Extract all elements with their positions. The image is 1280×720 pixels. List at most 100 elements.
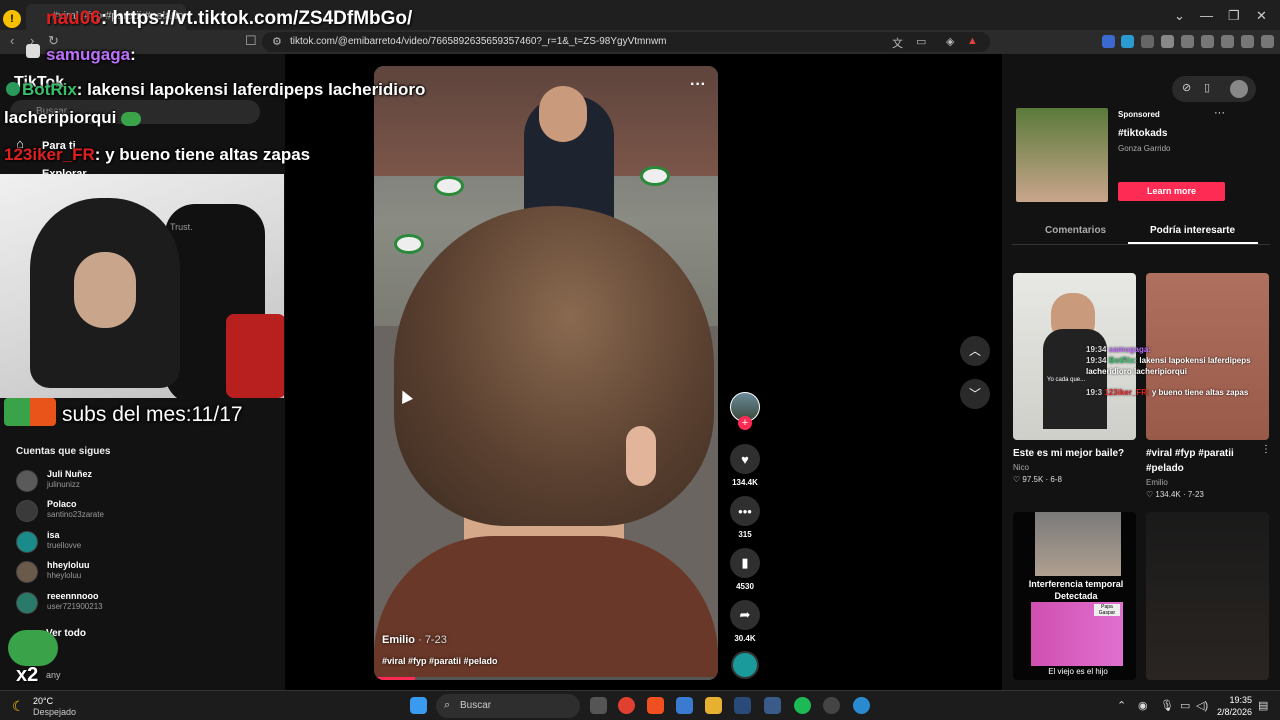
ad-thumbnail[interactable] (1016, 108, 1108, 202)
brave-icon[interactable] (647, 697, 664, 714)
video-progress-bar[interactable] (374, 677, 718, 680)
translate-icon[interactable]: 文 (892, 35, 903, 51)
vpn-icon[interactable] (1241, 35, 1254, 48)
bookmark-action[interactable]: ▮ 4530 (730, 548, 760, 591)
cast-icon[interactable]: ▭ (916, 35, 926, 48)
obs-icon[interactable] (823, 697, 840, 714)
windows-start-icon[interactable] (410, 697, 427, 714)
following-handle: santino23zarate (47, 510, 104, 519)
upload-icon[interactable]: ⊘ (1182, 81, 1191, 94)
url-field[interactable]: ⚙ tiktok.com/@emibarreto4/video/76658926… (262, 32, 990, 52)
tab-divider (1012, 244, 1270, 245)
following-title: Cuentas que sigues (16, 446, 111, 457)
share-action[interactable]: ➦ 30.4K (730, 600, 760, 643)
follow-plus-icon[interactable]: + (738, 416, 752, 430)
profile-avatar[interactable] (1230, 80, 1248, 98)
tray-chevron-icon[interactable]: ⌃ (1117, 699, 1126, 712)
recommendation-author: Nico (1013, 463, 1030, 472)
next-video-button[interactable]: ﹀ (960, 379, 990, 409)
video-author[interactable]: Emilio (382, 634, 415, 646)
spotify-icon[interactable] (794, 697, 811, 714)
recommendation-stats: ♡ 134.4K · 7-23 (1146, 490, 1204, 499)
subs-goal-icon (4, 398, 56, 426)
avatar (16, 592, 38, 614)
more-options-icon[interactable]: ··· (690, 76, 706, 94)
following-item[interactable]: Juli Nuñez julinunizz (16, 468, 256, 494)
following-item[interactable]: Polaco santino23zarate (16, 498, 256, 524)
papa-label: Papa Gaspar (1094, 604, 1120, 616)
recommendation-title[interactable]: #viral #fyp #paratii #pelado (1146, 446, 1269, 476)
following-item[interactable]: isa truellovve (16, 529, 256, 555)
heart-icon[interactable]: ♥ (730, 444, 760, 474)
taskbar-search[interactable]: Buscar ⌕ (436, 694, 580, 718)
ad-title[interactable]: #tiktokads (1118, 128, 1167, 139)
minimize-icon[interactable]: — (1200, 8, 1213, 23)
weather-description[interactable]: Despejado (33, 707, 76, 717)
video-hashtags[interactable]: #viral #fyp #paratii #pelado (382, 656, 498, 666)
close-window-icon[interactable]: ✕ (1256, 8, 1267, 24)
tab-podria-interesarte[interactable]: Podría interesarte (1150, 225, 1235, 236)
steam-icon[interactable] (734, 697, 751, 714)
device-icon[interactable]: ▯ (1204, 81, 1210, 94)
ad-author: Gonza Garrido (1118, 144, 1171, 153)
ai-icon[interactable] (1221, 35, 1234, 48)
search-icon: ⌕ (444, 699, 451, 711)
site-info-icon[interactable]: ⚙ (272, 35, 282, 48)
bookmark-icon[interactable]: ▮ (730, 548, 760, 578)
sound-disc-icon[interactable] (731, 651, 759, 679)
share-icon[interactable] (1161, 35, 1174, 48)
shield-icon[interactable]: ◈ (946, 35, 954, 48)
notification-icon[interactable]: ▤ (1258, 699, 1268, 712)
video-player[interactable]: ··· Emilio · 7-23 #viral #fyp #paratii #… (374, 66, 718, 680)
clock-date[interactable]: 2/8/2026 (1204, 707, 1252, 717)
recommendation-thumbnail[interactable] (1146, 512, 1269, 680)
sidebar-icon[interactable] (1181, 35, 1194, 48)
avatar (16, 561, 38, 583)
clock-time[interactable]: 19:35 (1226, 695, 1252, 705)
chat-username: 123iker_FR (4, 145, 95, 164)
learn-more-button[interactable]: Learn more (1118, 182, 1225, 201)
puzzle-icon[interactable] (1141, 35, 1154, 48)
following-handle: user721900213 (47, 602, 103, 611)
interference-text: Interferencia temporal Detectada (1018, 578, 1134, 602)
following-item[interactable]: reeennnooo user721900213 (16, 590, 256, 616)
tab-list-chevron-icon[interactable]: ⌄ (1174, 8, 1185, 24)
maximize-icon[interactable]: ❐ (1228, 8, 1240, 24)
comment-icon[interactable]: ••• (730, 496, 760, 526)
wallet-icon[interactable] (1201, 35, 1214, 48)
recommendation-title[interactable]: Este es mi mejor baile? (1013, 446, 1136, 461)
following-item[interactable]: hheyloluu hheyloluu (16, 559, 256, 585)
folder-icon[interactable] (705, 697, 722, 714)
extension-icon[interactable] (1121, 35, 1134, 48)
following-name: Polaco (47, 499, 77, 509)
network-icon[interactable]: ▭ (1180, 699, 1190, 712)
chat-message: : https://vt.tiktok.com/ZS4DfMbGo/ (100, 8, 413, 29)
edge-icon[interactable] (853, 697, 870, 714)
extension-icon[interactable] (1102, 35, 1115, 48)
bookmark-icon[interactable]: ☐ (245, 33, 257, 49)
chat-message: : y bueno tiene altas zapas (94, 145, 311, 164)
weather-temperature[interactable]: 20°C (33, 696, 53, 706)
previous-video-button[interactable]: ︿ (960, 336, 990, 366)
chrome-icon[interactable] (618, 697, 635, 714)
share-icon[interactable]: ➦ (730, 600, 760, 630)
back-icon[interactable]: ‹ (10, 33, 14, 48)
menu-icon[interactable] (1261, 35, 1274, 48)
drum (394, 234, 424, 254)
comment-action[interactable]: ••• 315 (730, 496, 760, 539)
discord-icon[interactable]: ◉ (1138, 699, 1148, 712)
microphone-icon[interactable]: 🎙 (1160, 699, 1174, 712)
chair-accent (226, 314, 284, 398)
recommendation-more-icon[interactable]: ⋮ (1261, 444, 1271, 455)
drum (434, 176, 464, 196)
steam-icon[interactable] (764, 697, 781, 714)
chat-message: : (130, 45, 136, 64)
task-view-icon[interactable] (590, 697, 607, 714)
like-action[interactable]: ♥ 134.4K (730, 444, 760, 487)
avatar (16, 500, 38, 522)
interference-line1: Interferencia temporal (1028, 579, 1124, 589)
tab-comentarios[interactable]: Comentarios (1045, 225, 1106, 236)
ad-more-icon[interactable]: ··· (1214, 107, 1225, 119)
rewards-icon[interactable]: ▲ (967, 35, 978, 47)
store-icon[interactable] (676, 697, 693, 714)
